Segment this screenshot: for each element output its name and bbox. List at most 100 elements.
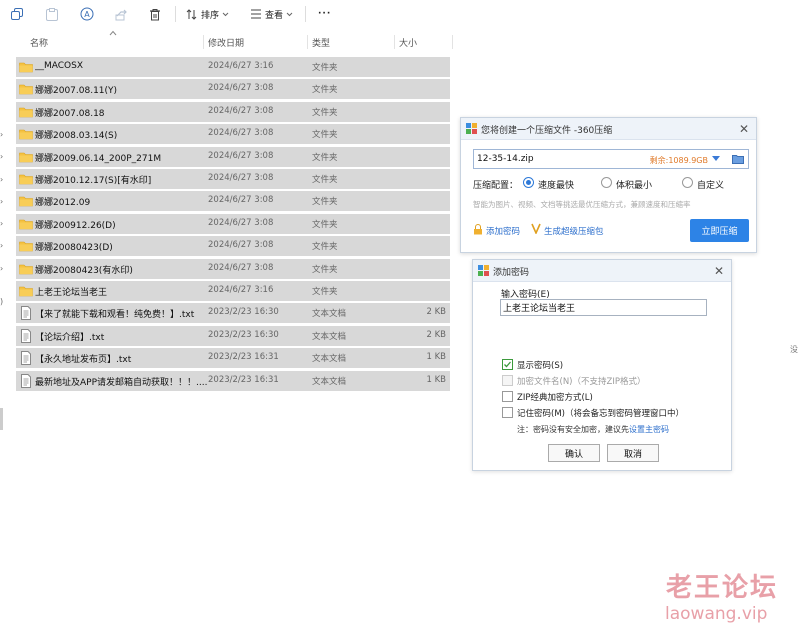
checkmark-icon bbox=[504, 361, 511, 368]
column-divider[interactable] bbox=[452, 35, 453, 49]
nav-pane-edge[interactable]: › bbox=[0, 130, 4, 139]
file-row[interactable]: 娜娜2007.08.18 2024/6/27 3:08 文件夹 bbox=[16, 101, 450, 122]
compress-hint: 智能为图片、视频、文档等挑选最优压缩方式，兼顾速度和压缩率 bbox=[473, 200, 691, 209]
radio-fastest-label[interactable]: 速度最快 bbox=[538, 178, 574, 191]
file-row[interactable]: 娜娜2010.12.17(S)[有水印] 2024/6/27 3:08 文件夹 bbox=[16, 169, 450, 189]
file-type: 文件夹 bbox=[312, 152, 338, 163]
password-input[interactable] bbox=[500, 299, 707, 316]
file-name: 娜娜2012.09 bbox=[35, 198, 91, 209]
file-name: 娜娜2007.08.18 bbox=[35, 108, 105, 119]
file-row[interactable]: 娜娜2012.09 2024/6/27 3:08 文件夹 bbox=[16, 191, 450, 212]
nav-pane-edge[interactable]: › bbox=[0, 241, 4, 250]
column-header-date[interactable]: 修改日期 bbox=[208, 33, 244, 51]
nav-pane-edge[interactable]: › bbox=[0, 152, 4, 161]
zip-classic-label[interactable]: ZIP经典加密方式(L) bbox=[517, 391, 593, 403]
nav-pane-edge[interactable]: › bbox=[0, 175, 4, 184]
file-row[interactable]: 娜娜2008.03.14(S) 2024/6/27 3:08 文件夹 bbox=[16, 124, 450, 145]
show-password-label[interactable]: 显示密码(S) bbox=[517, 359, 563, 371]
file-row[interactable]: 娜娜2009.06.14_200P_271M 2024/6/27 3:08 文件夹 bbox=[16, 146, 450, 167]
view-button[interactable]: 查看 bbox=[250, 6, 293, 22]
nav-pane-edge[interactable]: › bbox=[0, 264, 4, 273]
sort-label: 排序 bbox=[201, 10, 220, 21]
folder-browse-icon[interactable] bbox=[732, 154, 744, 164]
radio-smallest[interactable] bbox=[601, 177, 612, 188]
close-icon[interactable]: ✕ bbox=[713, 265, 725, 277]
column-divider[interactable] bbox=[203, 35, 204, 49]
more-button[interactable]: ··· bbox=[318, 6, 331, 22]
file-type: 文件夹 bbox=[312, 175, 338, 185]
radio-fastest[interactable] bbox=[523, 177, 534, 188]
file-row[interactable]: 最新地址及APP请发邮箱自动获取！！！.... 2023/2/23 16:31 文本… bbox=[16, 370, 450, 391]
column-header-size[interactable]: 大小 bbox=[399, 33, 417, 51]
folder-icon bbox=[19, 172, 33, 186]
file-type: 文件夹 bbox=[312, 264, 338, 275]
rename-icon[interactable]: A bbox=[80, 7, 94, 21]
chevron-down-icon[interactable] bbox=[712, 156, 720, 161]
toolbar: A 排序 查看 ··· bbox=[0, 0, 800, 30]
folder-icon bbox=[19, 239, 33, 253]
show-password-checkbox[interactable] bbox=[502, 359, 513, 370]
file-row[interactable]: 娜娜2007.08.11(Y) 2024/6/27 3:08 文件夹 bbox=[16, 79, 450, 100]
file-name: 【论坛介绍】.txt bbox=[35, 332, 105, 343]
nav-scrollbar[interactable] bbox=[0, 408, 3, 430]
nav-pane-edge[interactable]: › bbox=[0, 219, 4, 228]
folder-icon bbox=[19, 150, 33, 164]
radio-custom-label[interactable]: 自定义 bbox=[697, 178, 724, 191]
column-header-name[interactable]: 名称 bbox=[30, 33, 48, 51]
column-header-type[interactable]: 类型 bbox=[312, 33, 330, 51]
copy-icon[interactable] bbox=[10, 7, 24, 21]
file-row[interactable]: 娜娜200912.26(D) 2024/6/27 3:08 文件夹 bbox=[16, 213, 450, 234]
compress-dialog-titlebar[interactable]: 您将创建一个压缩文件 -360压缩 ✕ bbox=[461, 118, 756, 140]
radio-smallest-label[interactable]: 体积最小 bbox=[616, 178, 652, 191]
cancel-button[interactable]: 取消 bbox=[607, 444, 659, 462]
file-date: 2023/2/23 16:30 bbox=[208, 307, 279, 318]
file-row[interactable]: 【论坛介绍】.txt 2023/2/23 16:30 文本文档 2 KB bbox=[16, 325, 450, 346]
sort-button[interactable]: 排序 bbox=[186, 6, 229, 22]
super-archive-link[interactable]: 生成超级压缩包 bbox=[544, 225, 604, 237]
nav-pane-edge[interactable]: › bbox=[0, 197, 4, 206]
view-icon bbox=[251, 9, 261, 19]
file-row[interactable]: 娜娜20080423(D) 2024/6/27 3:08 文件夹 bbox=[16, 236, 450, 257]
text-file-icon bbox=[19, 351, 33, 366]
edge-text: 没 bbox=[790, 345, 798, 354]
file-size: 2 KB bbox=[426, 307, 446, 318]
delete-icon[interactable] bbox=[148, 7, 162, 21]
file-type: 文件夹 bbox=[312, 85, 338, 96]
column-divider[interactable] bbox=[307, 35, 308, 49]
share-icon[interactable] bbox=[114, 7, 128, 21]
super-archive-icon bbox=[531, 223, 541, 234]
file-name: 【永久地址发布页】.txt bbox=[35, 355, 132, 366]
archive-name-input[interactable]: 12-35-14.zip 剩余:1089.9GB bbox=[473, 149, 749, 169]
file-type: 文件夹 bbox=[312, 242, 338, 253]
folder-icon bbox=[19, 262, 33, 276]
file-row[interactable]: 娜娜20080423(有水印) 2024/6/27 3:08 文件夹 bbox=[16, 258, 450, 279]
start-compress-button[interactable]: 立即压缩 bbox=[690, 219, 749, 242]
ok-button[interactable]: 确认 bbox=[548, 444, 600, 462]
file-row[interactable]: 【永久地址发布页】.txt 2023/2/23 16:31 文本文档 1 KB bbox=[16, 348, 450, 369]
file-row[interactable]: 【来了就能下载和观看！纯免费！】.txt 2023/2/23 16:30 文本文档 2… bbox=[16, 303, 450, 324]
nav-pane-edge[interactable]: ) bbox=[0, 297, 4, 306]
file-size: 1 KB bbox=[426, 374, 446, 385]
file-name: 娜娜2007.08.11(Y) bbox=[35, 86, 118, 97]
archive-app-icon bbox=[466, 123, 477, 134]
paste-icon[interactable] bbox=[45, 7, 59, 21]
column-divider[interactable] bbox=[394, 35, 395, 49]
file-row[interactable]: __MACOSX 2024/6/27 3:16 文件夹 bbox=[16, 57, 450, 77]
encrypt-filename-checkbox bbox=[502, 375, 513, 386]
chevron-down-icon bbox=[222, 12, 229, 16]
close-icon[interactable]: ✕ bbox=[738, 123, 750, 135]
radio-custom[interactable] bbox=[682, 177, 693, 188]
set-master-password-link[interactable]: 设置主密码 bbox=[629, 425, 669, 434]
file-name: 娜娜2009.06.14_200P_271M bbox=[35, 153, 162, 164]
free-space-label: 剩余:1089.9GB bbox=[649, 156, 708, 165]
zip-classic-checkbox[interactable] bbox=[502, 391, 513, 402]
password-dialog-titlebar[interactable]: 添加密码 ✕ bbox=[473, 260, 731, 282]
text-file-icon bbox=[19, 373, 33, 388]
file-size: 1 KB bbox=[426, 352, 446, 363]
file-row[interactable]: 上老王论坛当老王 2024/6/27 3:16 文件夹 bbox=[16, 281, 450, 301]
remember-password-label[interactable]: 记住密码(M)（将会备忘到密码管理窗口中） bbox=[517, 407, 684, 419]
text-file-icon bbox=[19, 328, 33, 343]
watermark-cn: 老王论坛 bbox=[666, 573, 779, 603]
add-password-link[interactable]: 添加密码 bbox=[486, 225, 520, 237]
remember-password-checkbox[interactable] bbox=[502, 407, 513, 418]
